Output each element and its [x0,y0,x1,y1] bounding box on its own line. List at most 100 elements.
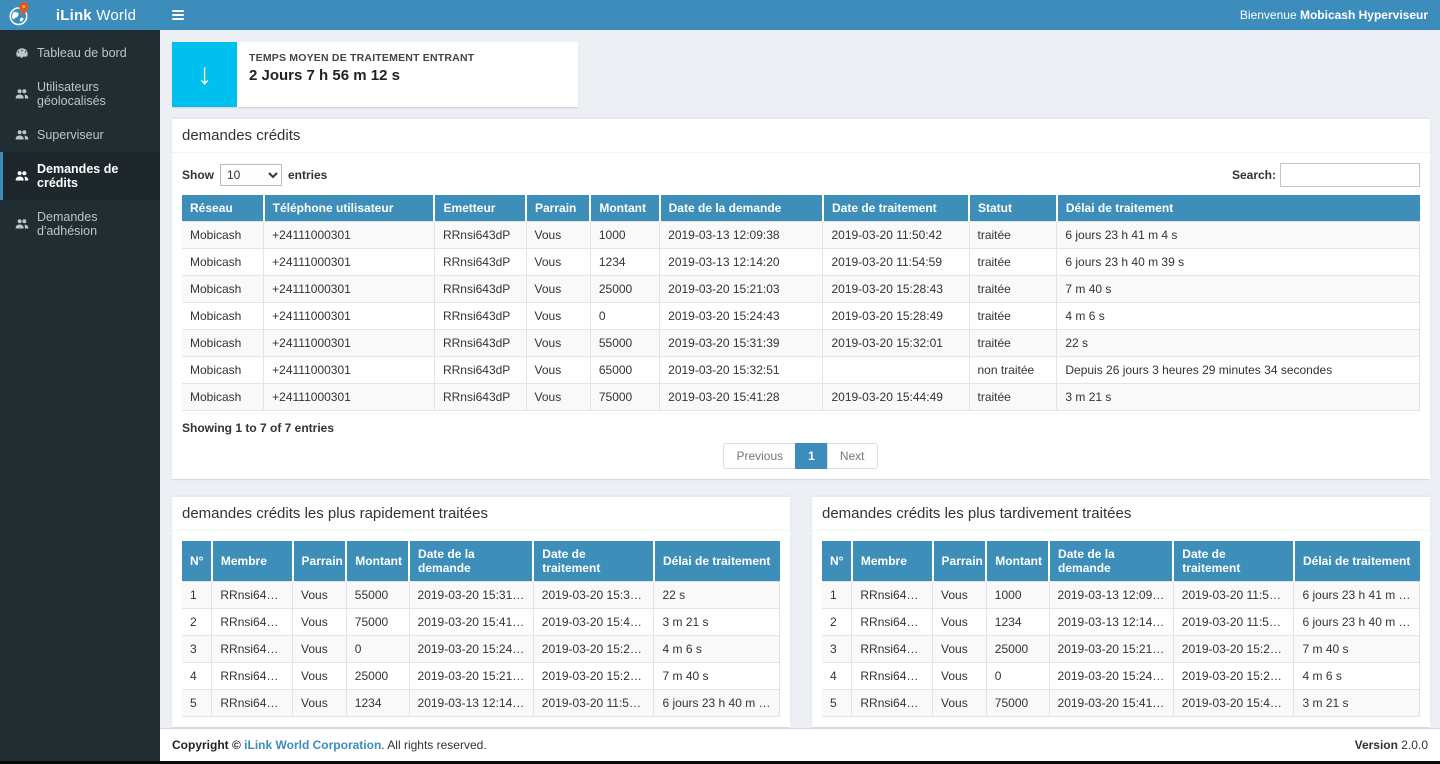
search-input[interactable] [1280,163,1420,187]
sidebar-item-label: Demandes de crédits [37,162,150,190]
table-cell: 2 [182,609,212,636]
column-header[interactable]: Délai de traitement [654,541,780,582]
column-header[interactable]: Parrain [526,195,590,222]
sidebar-item-label: Tableau de bord [37,46,127,60]
table-cell: Vous [526,249,590,276]
table-row: 4RRnsi643dPVous250002019-03-20 15:21:032… [182,663,780,690]
table-row: 3RRnsi643dPVous250002019-03-20 15:21:032… [822,636,1420,663]
table-cell: 2019-03-20 11:54:59 [533,690,654,717]
column-header[interactable]: Parrain [293,541,347,582]
table-cell: traitée [969,384,1057,411]
table-cell: Vous [293,690,347,717]
pagination-next-button[interactable]: Next [827,443,878,469]
table-row: 4RRnsi643dPVous02019-03-20 15:24:432019-… [822,663,1420,690]
table-cell: 25000 [346,663,409,690]
table-cell: 2019-03-20 15:28:49 [823,303,969,330]
column-header[interactable]: Téléphone utilisateur [264,195,435,222]
app-logo[interactable]: iLink World [0,0,160,30]
sidebar-toggle-button[interactable] [172,6,194,24]
table-cell: +24111000301 [264,249,435,276]
sidebar-item-label: Utilisateurs géolocalisés [37,80,150,108]
column-header[interactable]: Date de la demande [660,195,823,222]
table-cell: 2019-03-20 15:41:28 [660,384,823,411]
column-header[interactable]: Date de la demande [409,541,533,582]
table-cell: RRnsi643dP [212,663,293,690]
main-content: ↓ TEMPS MOYEN DE TRAITEMENT ENTRANT 2 Jo… [160,30,1440,727]
column-header[interactable]: Date de traitement [823,195,969,222]
fastest-credits-table: N°MembreParrainMontantDate de la demande… [182,541,780,717]
sidebar-item-utilisateurs-geolocalises[interactable]: Utilisateurs géolocalisés [0,70,160,118]
sidebar-item-superviseur[interactable]: Superviseur [0,118,160,152]
table-cell [823,357,969,384]
table-cell: 22 s [1057,330,1420,357]
table-row: 5RRnsi643dPVous750002019-03-20 15:41:282… [822,690,1420,717]
table-cell: 1234 [986,609,1049,636]
table-cell: Vous [526,384,590,411]
arrow-down-icon: ↓ [172,42,237,107]
column-header[interactable]: Montant [986,541,1049,582]
stat-card-label: TEMPS MOYEN DE TRAITEMENT ENTRANT [249,52,474,64]
column-header[interactable]: Membre [852,541,933,582]
table-row: Mobicash+24111000301RRnsi643dPVous550002… [182,330,1420,357]
table-cell: 2019-03-20 15:28:43 [823,276,969,303]
column-header[interactable]: N° [182,541,212,582]
table-cell: 2019-03-20 15:24:43 [1049,663,1173,690]
table-cell: 2019-03-20 15:44:49 [823,384,969,411]
column-header[interactable]: Date de traitement [1173,541,1294,582]
column-header[interactable]: Réseau [182,195,264,222]
stat-card-value: 2 Jours 7 h 56 m 12 s [249,67,474,84]
table-cell: Depuis 26 jours 3 heures 29 minutes 34 s… [1057,357,1420,384]
table-cell: Vous [526,222,590,249]
sidebar-item-demandes-adhesion[interactable]: Demandes d'adhésion [0,200,160,248]
table-cell: 2019-03-20 15:21:03 [1049,636,1173,663]
table-cell: RRnsi643dP [852,609,933,636]
table-cell: +24111000301 [264,330,435,357]
table-row: Mobicash+24111000301RRnsi643dPVous650002… [182,357,1420,384]
slowest-credits-panel: demandes crédits les plus tardivement tr… [812,495,1430,727]
pagination-page-1-button[interactable]: 1 [795,443,828,469]
column-header[interactable]: Emetteur [434,195,526,222]
table-cell: +24111000301 [264,384,435,411]
column-header[interactable]: N° [822,541,852,582]
sidebar-item-demandes-de-credits[interactable]: Demandes de crédits [0,152,160,200]
table-cell: RRnsi643dP [212,690,293,717]
table-search-control: Search: [1232,163,1420,187]
table-cell: 55000 [346,582,409,609]
table-row: Mobicash+24111000301RRnsi643dPVous250002… [182,276,1420,303]
pagination-previous-button[interactable]: Previous [723,443,796,469]
table-row: Mobicash+24111000301RRnsi643dPVous750002… [182,384,1420,411]
sidebar-item-tableau-de-bord[interactable]: Tableau de bord [0,36,160,70]
table-cell: 3 [822,636,852,663]
table-cell: 75000 [986,690,1049,717]
table-cell: 2019-03-20 15:32:51 [660,357,823,384]
company-link[interactable]: iLink World Corporation [244,738,381,752]
table-cell: RRnsi643dP [434,357,526,384]
table-cell: RRnsi643dP [434,222,526,249]
column-header[interactable]: Montant [590,195,659,222]
table-cell: 1 [822,582,852,609]
table-row: 5RRnsi643dPVous12342019-03-13 12:14:2020… [182,690,780,717]
table-cell: 2019-03-20 15:28:43 [1173,636,1294,663]
column-header[interactable]: Date de la demande [1049,541,1173,582]
table-cell: 4 m 6 s [654,636,780,663]
table-cell: 0 [346,636,409,663]
table-cell: +24111000301 [264,357,435,384]
column-header[interactable]: Délai de traitement [1057,195,1420,222]
table-cell: 2019-03-20 11:54:59 [823,249,969,276]
column-header[interactable]: Délai de traitement [1294,541,1420,582]
column-header[interactable]: Date de traitement [533,541,654,582]
table-cell: 25000 [986,636,1049,663]
column-header[interactable]: Parrain [933,541,987,582]
table-cell: Vous [293,636,347,663]
table-cell: Mobicash [182,330,264,357]
page-length-select[interactable]: 10 [220,164,282,186]
table-cell: RRnsi643dP [434,330,526,357]
table-cell: 2019-03-20 15:31:39 [660,330,823,357]
table-cell: 1000 [986,582,1049,609]
column-header[interactable]: Statut [969,195,1057,222]
column-header[interactable]: Membre [212,541,293,582]
table-cell: RRnsi643dP [434,276,526,303]
table-cell: 2019-03-20 15:24:43 [660,303,823,330]
table-cell: traitée [969,222,1057,249]
column-header[interactable]: Montant [346,541,409,582]
